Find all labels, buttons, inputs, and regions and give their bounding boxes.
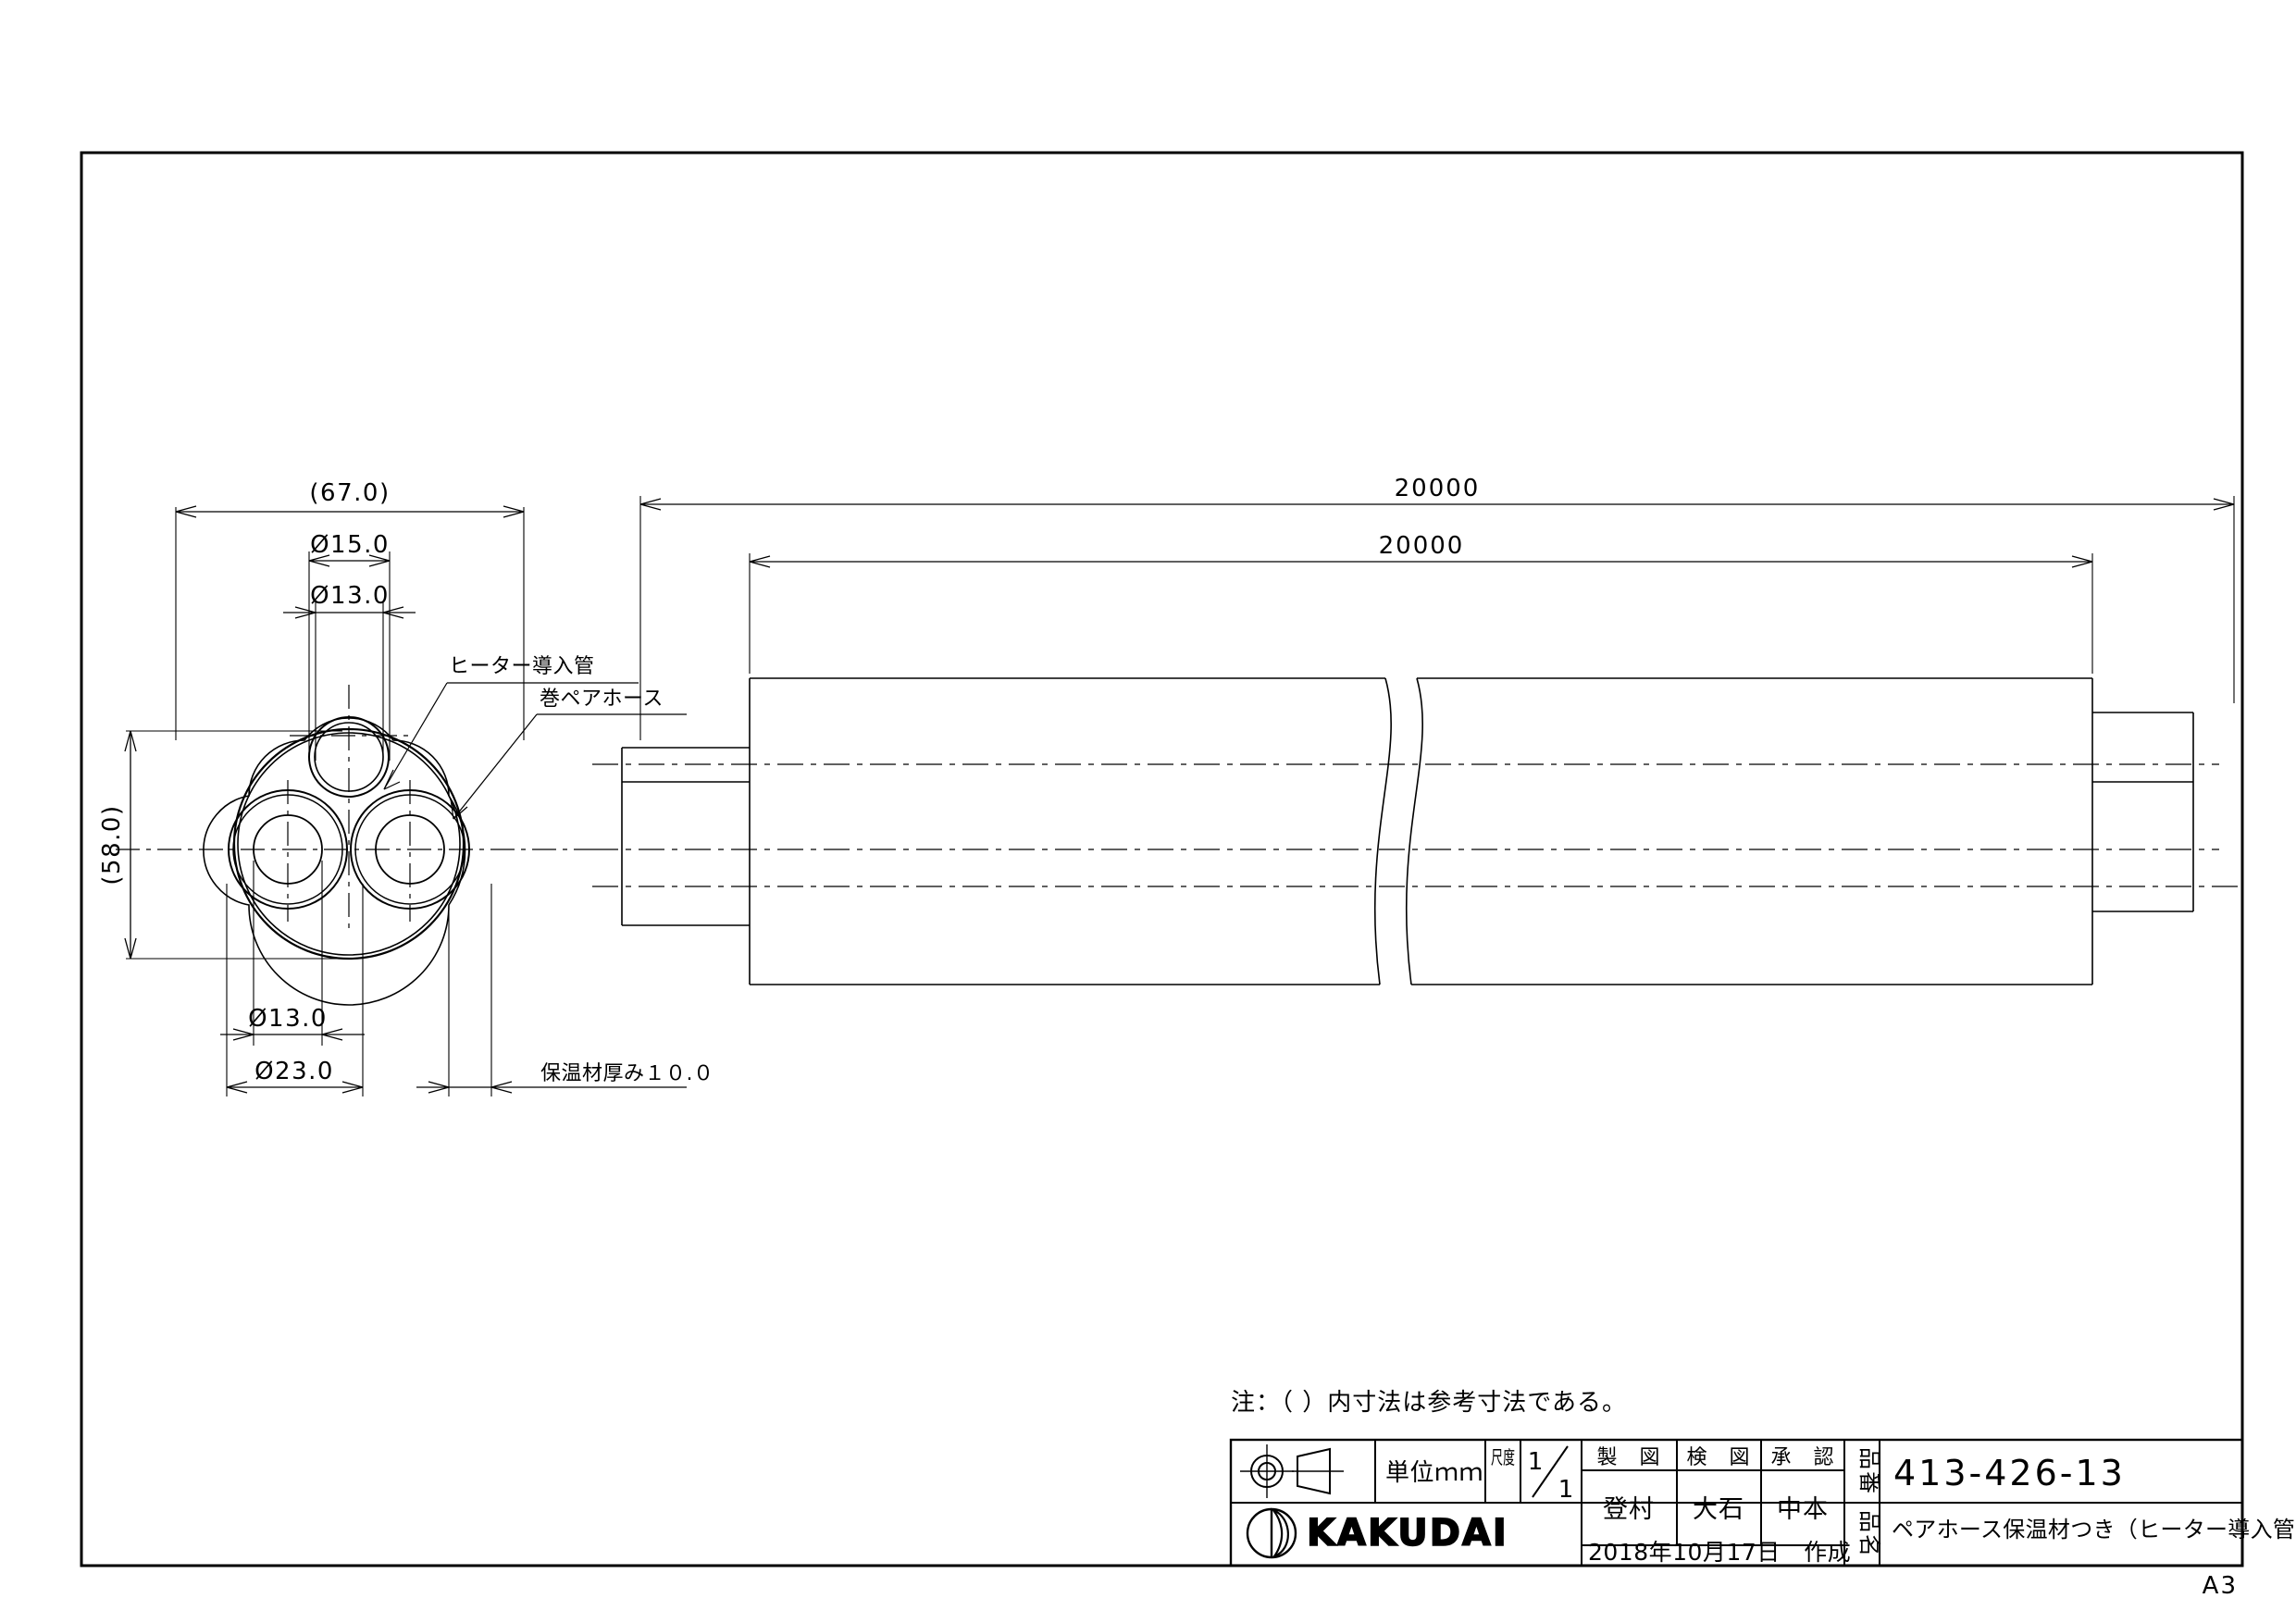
dimension-hose-inner-dia-text: Ø13.0 (248, 1005, 328, 1033)
dimension-insulation-thickness-text: 保温材厚み１０.０ (540, 1062, 714, 1085)
dimension-heater-outer-dia-text: Ø15.0 (310, 531, 390, 559)
unit-label: 単位ｍｍ (1385, 1459, 1483, 1487)
brand-wordmark: KAKUDAI (1307, 1512, 1508, 1555)
part-number-value: 413-426-13 (1893, 1453, 2126, 1493)
dimension-overall-height-text: (58.0) (98, 804, 126, 885)
leader-wound-pair-hose-label: 巻ペアホース (540, 688, 664, 711)
sheet-background (0, 0, 2296, 1623)
part-name-value: ペアホース保温材つき（ヒーター導入管付） (1892, 1517, 2296, 1542)
dimension-overall-length-inner-text: 20000 (1379, 532, 1465, 560)
part-name-label: 品名 (1856, 1510, 1882, 1558)
sheet-size-label: A3 (2203, 1572, 2238, 1600)
column-header-approve: 承 認 (1770, 1446, 1834, 1469)
column-header-check: 検 図 (1686, 1446, 1750, 1469)
dimension-overall-length-outer-text: 20000 (1395, 475, 1481, 502)
dimension-hose-outer-dia-text: Ø23.0 (254, 1058, 334, 1085)
column-value-check: 大石 (1693, 1495, 1744, 1524)
column-value-draft: 登村 (1603, 1495, 1655, 1524)
drawing-sheet: (67.0) Ø15.0 Ø13.0 (58.0) Ø13.0 Ø23.0 保温… (0, 0, 2296, 1623)
leader-heater-intro-pipe-label: ヒーター導入管 (449, 655, 595, 678)
scale-denominator: 1 (1558, 1476, 1574, 1504)
dimension-heater-inner-dia-text: Ø13.0 (310, 582, 390, 610)
reference-dimension-note: 注：（ ）内寸法は参考寸法である。 (1231, 1389, 1627, 1417)
scale-label: 尺度 (1491, 1446, 1515, 1468)
column-value-approve: 中本 (1777, 1495, 1829, 1524)
creation-date: 2018年10月17日 作成 (1588, 1539, 1851, 1566)
scale-numerator: 1 (1528, 1448, 1544, 1476)
dimension-overall-width-text: (67.0) (309, 479, 390, 507)
column-header-draft: 製 図 (1596, 1446, 1660, 1469)
part-number-label: 品番 (1856, 1447, 1882, 1495)
